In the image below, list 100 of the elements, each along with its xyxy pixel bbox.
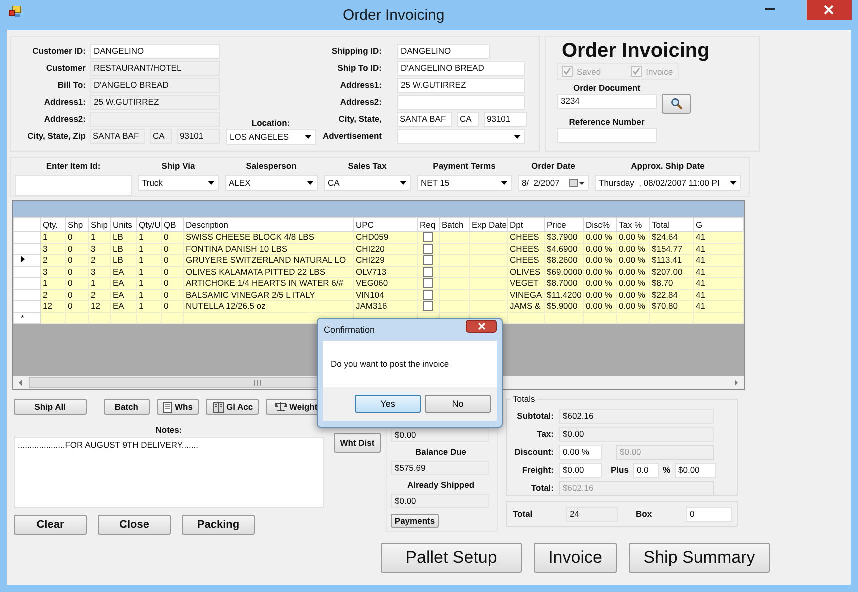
column-header[interactable]: Tax % — [616, 218, 650, 232]
dropdown[interactable]: Truck — [138, 175, 219, 191]
dropdown[interactable]: NET 15 — [417, 175, 512, 191]
text-field[interactable] — [557, 128, 657, 143]
wht-dist-button[interactable]: Wht Dist — [334, 433, 381, 453]
column-header[interactable]: Exp Date — [470, 218, 508, 232]
column-header[interactable]: G — [694, 218, 744, 232]
checkbox[interactable] — [423, 290, 433, 300]
field-label: City, State, Zip — [26, 130, 86, 143]
table-cell: GRUYERE SWITZERLAND NATURAL LO — [184, 254, 354, 266]
field-label: Box — [636, 508, 654, 520]
dropdown[interactable]: ALEX — [225, 175, 318, 191]
text-field[interactable] — [15, 175, 132, 196]
column-header[interactable]: Shp — [66, 218, 88, 232]
text-field[interactable]: $0.00 — [391, 428, 489, 442]
text-field[interactable]: 0.00 % — [559, 445, 602, 460]
text-field[interactable]: $602.16 — [559, 409, 714, 424]
text-field[interactable]: 0.0 — [632, 463, 659, 478]
toolbar-button[interactable]: Ship All — [14, 399, 87, 415]
text-field[interactable]: SANTA BAF — [397, 112, 452, 127]
checkbox[interactable] — [423, 244, 433, 254]
text-field[interactable]: 25 W.GUTIRREZ — [397, 78, 525, 93]
form-button[interactable]: Packing — [182, 515, 255, 535]
text-field[interactable]: 25 W.GUTIRREZ — [90, 95, 220, 110]
checkbox[interactable] — [423, 255, 433, 266]
text-field[interactable]: 93101 — [484, 112, 527, 127]
text-field[interactable]: DANGELINO — [90, 44, 220, 59]
action-button[interactable]: Invoice — [534, 543, 617, 573]
checkbox[interactable] — [423, 266, 433, 277]
text-field[interactable]: D'ANGELINO BREAD — [397, 61, 525, 76]
column-header[interactable]: Disc% — [584, 218, 616, 232]
form-button[interactable]: Close — [98, 515, 171, 535]
notes-field[interactable]: ....................FOR AUGUST 9TH DELIVERY....... — [14, 437, 324, 508]
caret-icon — [730, 181, 737, 185]
action-button[interactable]: Pallet Setup — [381, 543, 522, 573]
checkbox[interactable] — [423, 232, 433, 242]
text-field[interactable]: $575.69 — [391, 461, 489, 475]
toolbar-button[interactable]: Gl Acc — [206, 399, 260, 415]
form-button[interactable]: Clear — [14, 515, 87, 535]
column-header[interactable]: UPC — [354, 218, 418, 232]
toolbar-button[interactable]: Whs — [156, 399, 200, 415]
text-field[interactable]: $0.00 — [674, 463, 716, 478]
table-cell: CHI229 — [354, 254, 418, 266]
text-field[interactable]: 3234 — [557, 94, 657, 109]
text-field[interactable] — [397, 95, 525, 110]
column-header[interactable]: Price — [544, 218, 584, 232]
scroll-right-icon[interactable] — [732, 378, 740, 386]
field-label: Subtotal: — [516, 410, 554, 423]
dropdown[interactable]: Thursday , 08/02/2007 11:00 PI — [595, 175, 741, 191]
column-header[interactable]: Qty/U — [136, 218, 162, 232]
close-button[interactable] — [466, 320, 497, 332]
action-button[interactable]: Ship Summary — [629, 543, 770, 573]
field-label: Order Document — [572, 83, 642, 94]
text-field[interactable]: CA — [150, 129, 172, 144]
dialog-button[interactable]: Yes — [355, 395, 421, 413]
text-field[interactable]: 0 — [686, 506, 732, 522]
column-header[interactable]: Req — [418, 218, 440, 232]
close-button[interactable] — [806, 0, 852, 20]
text-field[interactable]: $0.00 — [559, 427, 714, 442]
text-field[interactable]: D'ANGELO BREAD — [90, 78, 220, 93]
checkbox[interactable] — [423, 278, 433, 288]
table-cell: FONTINA DANISH 10 LBS — [184, 243, 354, 254]
field-label: Enter Item Id: — [45, 161, 102, 172]
column-header[interactable]: Total — [650, 218, 694, 232]
text-field[interactable]: CA — [457, 112, 479, 127]
toolbar-button[interactable]: Batch — [104, 399, 150, 415]
table-cell: CHD059 — [354, 232, 418, 243]
dropdown[interactable]: CA — [324, 175, 411, 191]
dialog-button[interactable]: No — [425, 395, 491, 413]
text-field[interactable]: RESTAURANT/HOTEL — [90, 61, 220, 76]
minimize-icon[interactable] — [764, 8, 775, 10]
column-header[interactable]: Description — [184, 218, 354, 232]
close-icon — [824, 5, 834, 15]
column-header[interactable]: Units — [110, 218, 136, 232]
field-label: City, State, — [338, 113, 382, 126]
table-cell: SWISS CHEESE BLOCK 4/8 LBS — [184, 232, 354, 243]
dialog-message: Do you want to post the invoice — [331, 359, 450, 369]
scroll-left-icon[interactable] — [17, 378, 25, 386]
column-header[interactable]: QB — [162, 218, 184, 232]
text-field[interactable]: DANGELINO — [397, 44, 490, 59]
text-field[interactable]: $0.00 — [559, 463, 602, 478]
dropdown[interactable]: LOS ANGELES — [226, 129, 316, 145]
row-header[interactable] — [14, 254, 40, 266]
column-header[interactable]: Qty. — [40, 218, 66, 232]
text-field[interactable]: 24 — [566, 506, 618, 522]
text-field[interactable]: $0.00 — [391, 494, 489, 508]
column-header[interactable]: Batch — [440, 218, 470, 232]
date-picker[interactable]: 8/ 2/2007 — [518, 175, 589, 191]
checkbox[interactable] — [423, 301, 433, 312]
text-field[interactable]: SANTA BAF — [90, 129, 145, 144]
payments-button[interactable]: Payments — [391, 514, 439, 528]
text-field[interactable]: 93101 — [177, 129, 220, 144]
close-icon — [478, 322, 486, 330]
field-label: Approx. Ship Date — [630, 161, 706, 172]
search-button[interactable] — [662, 94, 691, 114]
field-label: Reference Number — [568, 117, 646, 128]
book-icon — [212, 402, 224, 412]
grip-icon[interactable] — [254, 380, 262, 386]
column-header[interactable]: Ship — [88, 218, 110, 232]
column-header[interactable]: Dpt — [508, 218, 544, 232]
